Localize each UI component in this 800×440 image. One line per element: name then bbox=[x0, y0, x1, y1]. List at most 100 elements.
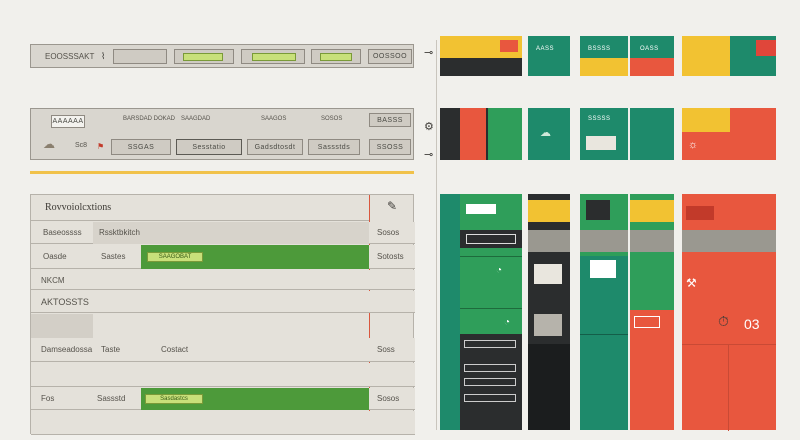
panel-teal-3[interactable]: OASS bbox=[630, 36, 674, 76]
accent-divider bbox=[30, 171, 414, 174]
row-value: Sastes bbox=[101, 252, 126, 261]
panel-card bbox=[586, 136, 616, 150]
grid-cell[interactable]: ◔ bbox=[460, 308, 522, 334]
toolbar-cell-4[interactable] bbox=[311, 49, 361, 64]
row-highlight-chip[interactable]: SAAGOBAT bbox=[147, 252, 203, 262]
row-highlight-chip[interactable]: Sasdastcs bbox=[145, 394, 203, 404]
panel-corner bbox=[756, 40, 776, 56]
panel-teal-4[interactable]: ☁ bbox=[528, 108, 570, 160]
panel-dark-1[interactable] bbox=[440, 108, 522, 160]
cell-bottom-1[interactable]: SSGAS bbox=[111, 139, 171, 155]
panel-footer bbox=[440, 58, 522, 76]
panel-orange-1[interactable]: ☼ bbox=[682, 108, 776, 160]
form-panel: Rovvoiolcxtions ✎ Baseossss Rssktbkitch … bbox=[30, 194, 415, 435]
grid-cell[interactable]: ⏱ 03 bbox=[682, 310, 776, 344]
row-value: Taste bbox=[101, 345, 121, 354]
pin-icon[interactable]: ⌇ bbox=[101, 51, 105, 62]
cell-bottom-3[interactable]: Gadsdtosdt bbox=[247, 139, 303, 155]
cell-bottom-5[interactable]: SSOSS bbox=[369, 139, 411, 155]
row-label: Sc8 bbox=[75, 142, 88, 149]
panel-label: SSSSS bbox=[588, 116, 611, 122]
grid-cell[interactable] bbox=[630, 310, 674, 334]
toolbar-cell-2[interactable] bbox=[174, 49, 234, 64]
panel-teal-5[interactable]: SSSSS bbox=[580, 108, 628, 160]
form-row-5[interactable]: Damseadossa Taste Costact Soss bbox=[31, 338, 415, 362]
cell-top-3: SAAGOS bbox=[261, 116, 287, 122]
cloud-icon: ☁ bbox=[43, 137, 55, 151]
grid-chip bbox=[528, 200, 570, 222]
clock-icon: ◔ bbox=[504, 317, 511, 328]
grid-bar bbox=[630, 230, 674, 252]
toolbar-cell-3[interactable] bbox=[241, 49, 305, 64]
cell-bottom-2[interactable]: Sesstatio bbox=[176, 139, 242, 155]
panel-label: OASS bbox=[640, 46, 659, 52]
badge: AAAAAA bbox=[51, 115, 85, 128]
panel-teal-1[interactable]: AASS bbox=[528, 36, 570, 76]
grid-cell[interactable] bbox=[580, 310, 628, 334]
row-label: AKTOSSTS bbox=[41, 297, 89, 307]
panel-label: AASS bbox=[536, 46, 555, 52]
row-field[interactable]: Rssktbkitch bbox=[93, 222, 369, 244]
panel-stripe bbox=[488, 108, 522, 160]
grid-bar bbox=[460, 230, 522, 248]
panel-teal-2[interactable]: BSSSS bbox=[580, 36, 628, 76]
row-progress-bar: Sasdastcs bbox=[141, 388, 369, 410]
grid-keypad[interactable] bbox=[534, 314, 562, 336]
form-row-7[interactable]: Fos Sassstd Sasdastcs Sosos bbox=[31, 388, 415, 410]
form-title: Rovvoiolcxtions bbox=[45, 202, 112, 213]
grid-lower bbox=[528, 344, 570, 430]
form-row-8[interactable] bbox=[31, 411, 415, 435]
panel-teal-6[interactable] bbox=[630, 108, 674, 160]
edit-icon[interactable]: ✎ bbox=[387, 200, 397, 212]
grid-bar bbox=[580, 230, 628, 252]
grid-slot bbox=[464, 364, 516, 372]
flag-icon[interactable]: ⚑ bbox=[97, 141, 104, 152]
cell-bottom-4[interactable]: Sassstds bbox=[308, 139, 360, 155]
form-row-3[interactable]: NKCM bbox=[31, 270, 415, 290]
form-row-6[interactable] bbox=[31, 363, 415, 387]
form-row-1[interactable]: Baseossss Rssktbkitch Sosos bbox=[31, 222, 415, 244]
form-row-2[interactable]: Oasde Sastes SAAGOBAT Sotosts bbox=[31, 245, 415, 269]
toolbar-cell-1[interactable] bbox=[113, 49, 167, 64]
row-extra: Costact bbox=[161, 345, 189, 354]
cell-top-1: BARSDAD DOKAD bbox=[123, 116, 176, 122]
grid-chip bbox=[586, 200, 610, 220]
top-toolbar: EOOSSSAKT ⌇ OOSSOO bbox=[30, 44, 414, 68]
grid-lower bbox=[682, 344, 776, 431]
row-side: Sosos bbox=[377, 228, 400, 237]
grid-hanger bbox=[590, 260, 616, 278]
grid-screen[interactable] bbox=[534, 264, 562, 284]
panel-chip bbox=[500, 40, 518, 52]
grid-lower bbox=[460, 334, 522, 430]
form-row-4[interactable]: AKTOSSTS bbox=[31, 291, 415, 313]
grid-chip bbox=[686, 206, 714, 220]
grid-slot bbox=[464, 394, 516, 402]
grid-cell[interactable]: ◔ bbox=[460, 256, 522, 308]
grid-edge bbox=[440, 194, 460, 430]
row-label: Baseossss bbox=[43, 228, 82, 237]
panel-yellow-1[interactable] bbox=[440, 36, 522, 76]
panel-mixed-1[interactable] bbox=[682, 36, 776, 76]
row-label: Damseadossa bbox=[41, 345, 93, 354]
row-value: Sassstd bbox=[97, 394, 126, 403]
grid-column-dark bbox=[528, 194, 570, 430]
grid-cell[interactable]: ⚒ bbox=[682, 256, 776, 310]
grid-column-green-3 bbox=[630, 194, 674, 430]
cell-top-5[interactable]: BASSS bbox=[369, 113, 411, 127]
toolbar-cell-3-highlight bbox=[252, 53, 296, 61]
grid-column-orange: ⚒ ⏱ 03 bbox=[682, 194, 776, 431]
grid-chip bbox=[466, 204, 496, 214]
toolbar-cell-5[interactable]: OOSSOO bbox=[368, 49, 412, 64]
big-number: 03 bbox=[744, 316, 760, 332]
grid-cell[interactable] bbox=[580, 256, 628, 310]
row-side: Soss bbox=[377, 345, 395, 354]
row-progress-bar: SAAGOBAT bbox=[141, 245, 369, 269]
grid-cell[interactable] bbox=[630, 256, 674, 310]
lamp-icon: ☼ bbox=[688, 139, 699, 151]
label-column-block bbox=[31, 314, 93, 338]
row-side: Sosos bbox=[377, 394, 400, 403]
connector-icon: ⊸ bbox=[424, 47, 434, 59]
row-value: Rssktbkitch bbox=[99, 228, 140, 237]
row-label: Oasde bbox=[43, 252, 67, 261]
clock-icon: ◔ bbox=[496, 265, 503, 276]
